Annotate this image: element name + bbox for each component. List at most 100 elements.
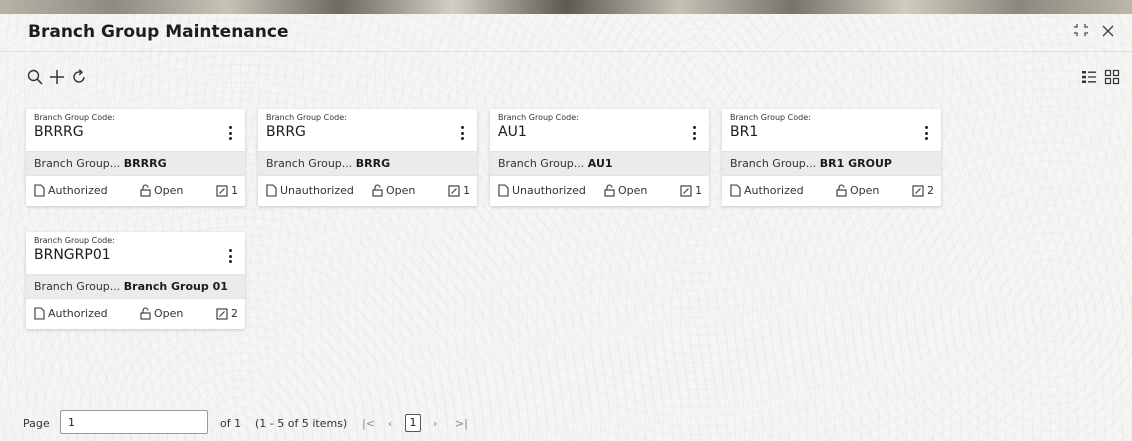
desc-label: Branch Group... <box>266 157 353 170</box>
modification-count: 2 <box>912 184 934 197</box>
card-description: Branch Group... BR1 GROUP <box>722 151 941 176</box>
page-label: Page <box>23 417 50 430</box>
card-code-label: Branch Group Code: <box>34 113 115 122</box>
card-footer: Authorized Open 2 <box>722 176 941 206</box>
page-number-input[interactable] <box>60 410 208 434</box>
first-page-button[interactable]: |< <box>362 417 375 430</box>
card-description: Branch Group... BRRRG <box>26 151 245 176</box>
desc-value: BRRRG <box>123 157 167 170</box>
list-view-icon[interactable] <box>1078 66 1100 88</box>
desc-value: BR1 GROUP <box>819 157 892 170</box>
card-code-value: BRNGRP01 <box>34 247 111 263</box>
current-page-button[interactable]: 1 <box>405 414 421 432</box>
record-status-text: Open <box>154 307 184 320</box>
document-icon <box>498 184 509 197</box>
refresh-icon[interactable] <box>68 66 90 88</box>
record-status: Open <box>140 307 183 320</box>
card-header: Branch Group Code: AU1 <box>490 109 709 151</box>
auth-status-text: Unauthorized <box>280 184 354 197</box>
record-status: Open <box>836 184 879 197</box>
record-status: Open <box>604 184 647 197</box>
modification-count: 1 <box>680 184 702 197</box>
card-code-label: Branch Group Code: <box>730 113 811 122</box>
document-icon <box>34 184 45 197</box>
edit-icon <box>216 307 228 320</box>
auth-status: Unauthorized <box>266 184 354 197</box>
desc-label: Branch Group... <box>498 157 585 170</box>
modification-count-text: 1 <box>695 184 702 197</box>
record-status-text: Open <box>618 184 648 197</box>
branch-group-card[interactable]: Branch Group Code: BR1 Branch Group... B… <box>722 109 941 206</box>
auth-status: Authorized <box>34 307 108 320</box>
modification-count: 1 <box>448 184 470 197</box>
card-footer: Authorized Open 1 <box>26 176 245 206</box>
edit-icon <box>912 184 924 197</box>
auth-status-text: Authorized <box>48 184 108 197</box>
document-icon <box>266 184 277 197</box>
next-page-button[interactable]: › <box>433 417 437 430</box>
record-status: Open <box>140 184 183 197</box>
more-options-icon[interactable] <box>223 123 237 143</box>
record-status-text: Open <box>850 184 880 197</box>
unlock-icon <box>140 307 151 320</box>
card-header: Branch Group Code: BRRG <box>258 109 477 151</box>
last-page-button[interactable]: >| <box>455 417 468 430</box>
card-description: Branch Group... AU1 <box>490 151 709 176</box>
modification-count-text: 1 <box>463 184 470 197</box>
card-code-label: Branch Group Code: <box>266 113 347 122</box>
edit-icon <box>448 184 460 197</box>
modification-count-text: 2 <box>927 184 934 197</box>
more-options-icon[interactable] <box>223 246 237 266</box>
top-banner <box>0 0 1132 14</box>
card-header: Branch Group Code: BR1 <box>722 109 941 151</box>
record-status: Open <box>372 184 415 197</box>
modification-count-text: 1 <box>231 184 238 197</box>
desc-value: AU1 <box>587 157 613 170</box>
items-summary: (1 - 5 of 5 items) <box>255 417 348 430</box>
card-code-value: BRRG <box>266 124 306 140</box>
edit-icon <box>680 184 692 197</box>
card-footer: Unauthorized Open 1 <box>490 176 709 206</box>
modification-count-text: 2 <box>231 307 238 320</box>
add-icon[interactable] <box>46 66 68 88</box>
more-options-icon[interactable] <box>455 123 469 143</box>
more-options-icon[interactable] <box>919 123 933 143</box>
unlock-icon <box>604 184 615 197</box>
auth-status: Authorized <box>34 184 108 197</box>
panel-header: Branch Group Maintenance <box>0 14 1132 52</box>
desc-value: BRRG <box>355 157 391 170</box>
unlock-icon <box>140 184 151 197</box>
unlock-icon <box>372 184 383 197</box>
record-status-text: Open <box>386 184 416 197</box>
desc-value: Branch Group 01 <box>123 280 228 293</box>
previous-page-button[interactable]: ‹ <box>388 417 392 430</box>
minimize-icon[interactable] <box>1070 22 1092 44</box>
desc-label: Branch Group... <box>730 157 817 170</box>
desc-label: Branch Group... <box>34 157 121 170</box>
document-icon <box>34 307 45 320</box>
card-footer: Authorized Open 2 <box>26 299 245 329</box>
close-icon[interactable] <box>1097 22 1119 44</box>
branch-group-card[interactable]: Branch Group Code: AU1 Branch Group... A… <box>490 109 709 206</box>
more-options-icon[interactable] <box>687 123 701 143</box>
desc-label: Branch Group... <box>34 280 121 293</box>
branch-group-card[interactable]: Branch Group Code: BRRG Branch Group... … <box>258 109 477 206</box>
grid-view-icon[interactable] <box>1101 66 1123 88</box>
card-description: Branch Group... BRRG <box>258 151 477 176</box>
page-total: of 1 <box>220 417 242 430</box>
auth-status-text: Authorized <box>744 184 804 197</box>
branch-group-card[interactable]: Branch Group Code: BRNGRP01 Branch Group… <box>26 232 245 329</box>
branch-group-card[interactable]: Branch Group Code: BRRRG Branch Group...… <box>26 109 245 206</box>
auth-status: Unauthorized <box>498 184 586 197</box>
auth-status-text: Authorized <box>48 307 108 320</box>
card-code-label: Branch Group Code: <box>34 236 115 245</box>
card-code-value: AU1 <box>498 124 527 140</box>
record-status-text: Open <box>154 184 184 197</box>
auth-status-text: Unauthorized <box>512 184 586 197</box>
modification-count: 2 <box>216 307 238 320</box>
card-footer: Unauthorized Open 1 <box>258 176 477 206</box>
card-description: Branch Group... Branch Group 01 <box>26 274 245 299</box>
card-code-value: BRRRG <box>34 124 84 140</box>
search-icon[interactable] <box>24 66 46 88</box>
card-header: Branch Group Code: BRRRG <box>26 109 245 151</box>
